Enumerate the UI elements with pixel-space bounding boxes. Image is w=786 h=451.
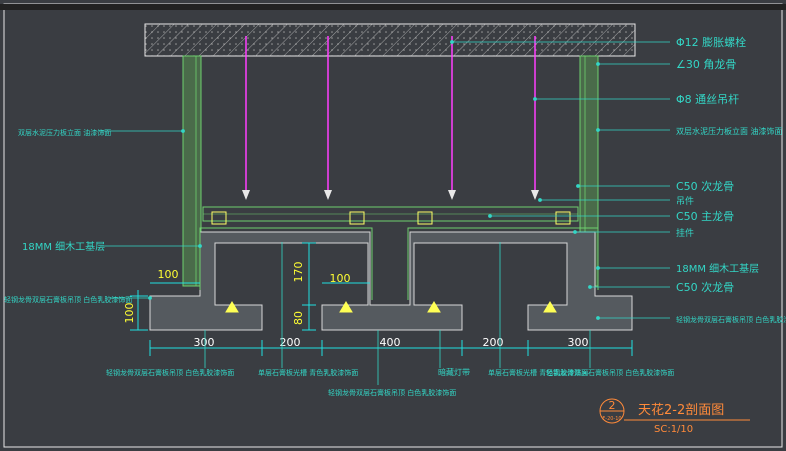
label-bottom-6: 轻钢龙骨双层石膏板吊顶 白色乳胶漆饰面	[546, 368, 674, 377]
label-left-18mm: 18MM 细木工基层	[22, 240, 105, 253]
sheet-border	[3, 3, 783, 448]
label-right-wall: 双层水泥压力板立面 油漆饰面	[676, 126, 783, 136]
label-bottom-1: 轻钢龙骨双层石膏板吊顶 白色乳胶漆饰面	[106, 368, 234, 377]
label-c50-main: C50 主龙骨	[676, 210, 734, 223]
dim-300-right: 300	[568, 336, 589, 349]
label-right-gypsum: 轻钢龙骨双层石膏板吊顶 白色乳胶漆饰面	[676, 315, 786, 324]
dim-300-left: 300	[194, 336, 215, 349]
dim-170: 170	[292, 262, 305, 283]
label-l30: ∠30 角龙骨	[676, 58, 736, 71]
label-left-gypsum: 轻钢龙骨双层石膏板吊顶 白色乳胶漆饰面	[4, 295, 132, 304]
label-phi12: Φ12 膨胀螺栓	[676, 35, 746, 49]
label-right-18mm: 18MM 细木工基层	[676, 262, 759, 275]
label-left-wall: 双层水泥压力板立面 油漆饰面	[18, 128, 111, 137]
hanger-rods	[245, 36, 536, 195]
drawing-title: 天花2-2剖面图	[638, 402, 724, 418]
label-bottom-4: 暗藏灯带	[438, 367, 470, 377]
rod-arrows	[242, 190, 539, 200]
dim-100-center: 100	[330, 272, 351, 285]
dim-80: 80	[292, 311, 305, 325]
label-bottom-3: 轻钢龙骨双层石膏板吊顶 白色乳胶漆饰面	[328, 388, 456, 397]
ceiling-profile	[149, 231, 633, 331]
concrete-slab	[144, 23, 636, 57]
label-bottom-2: 单层石膏板光槽 青色乳胶漆饰面	[258, 368, 358, 377]
title-sheet: F-20-10	[602, 416, 621, 422]
dim-400: 400	[380, 336, 401, 349]
label-c50-sub2: C50 次龙骨	[676, 280, 734, 294]
dim-100-horizontal: 100	[158, 268, 179, 281]
label-hanger: 吊件	[676, 195, 694, 207]
left-wall	[182, 55, 202, 287]
right-leaders	[450, 40, 670, 320]
label-c50-sub: C50 次龙骨	[676, 179, 734, 193]
title-number: 2	[609, 399, 616, 412]
label-hanger2: 挂件	[676, 227, 694, 239]
dim-100-vertical: 100	[123, 303, 136, 324]
label-phi8: Φ8 通丝吊杆	[676, 92, 739, 106]
ceiling-section-drawing: 300 200 400 200 300 100 100 170 100 80 Φ…	[0, 3, 786, 448]
main-keel	[202, 206, 579, 222]
dim-200-left: 200	[280, 336, 301, 349]
drawing-scale: SC:1/10	[654, 424, 693, 435]
